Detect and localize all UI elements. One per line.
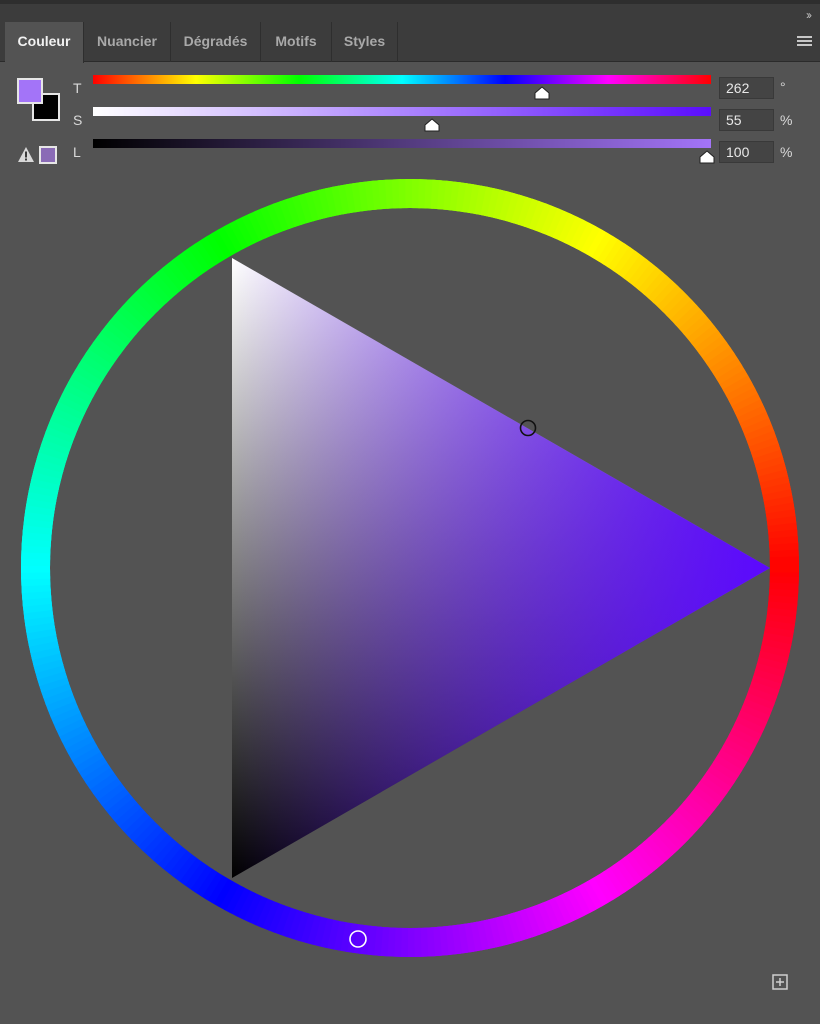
saturation-brightness-triangle[interactable]: [232, 258, 770, 878]
color-wheel-area: [20, 179, 799, 957]
add-square-icon[interactable]: [772, 974, 788, 990]
foreground-color-swatch[interactable]: [17, 78, 43, 104]
